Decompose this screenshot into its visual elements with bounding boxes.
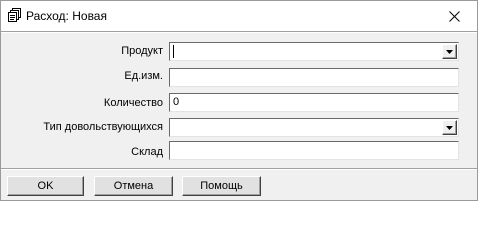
close-icon (449, 10, 460, 22)
consumer-type-dropdown-button[interactable] (442, 120, 457, 135)
unit-label: Ед.изм. (124, 70, 163, 82)
chevron-down-icon (446, 49, 453, 54)
document-stack-icon (7, 8, 22, 23)
close-button[interactable] (432, 1, 477, 31)
warehouse-label: Склад (131, 146, 163, 158)
quantity-value: 0 (173, 96, 180, 108)
text-cursor (173, 45, 174, 58)
window-title: Расход: Новая (26, 9, 107, 23)
ok-button[interactable]: OK (7, 176, 84, 196)
dialog-window: Расход: Новая Продукт Ед.изм. Количество (0, 0, 478, 201)
unit-field[interactable] (169, 68, 459, 87)
quantity-label: Количество (103, 97, 163, 109)
cancel-button[interactable]: Отмена (94, 176, 173, 196)
help-button[interactable]: Помощь (182, 176, 261, 196)
button-bar-separator (1, 168, 477, 170)
product-dropdown-button[interactable] (442, 44, 457, 59)
product-combobox[interactable] (169, 42, 459, 61)
form-area: Продукт Ед.изм. Количество 0 Тип довольс… (1, 33, 477, 168)
consumer-type-combobox[interactable] (169, 118, 459, 137)
consumer-type-label: Тип довольствующихся (43, 121, 163, 133)
warehouse-field[interactable] (169, 141, 459, 160)
chevron-down-icon (446, 125, 453, 130)
title-bar[interactable]: Расход: Новая (1, 1, 477, 31)
product-label: Продукт (121, 45, 163, 57)
quantity-field[interactable]: 0 (169, 93, 459, 112)
